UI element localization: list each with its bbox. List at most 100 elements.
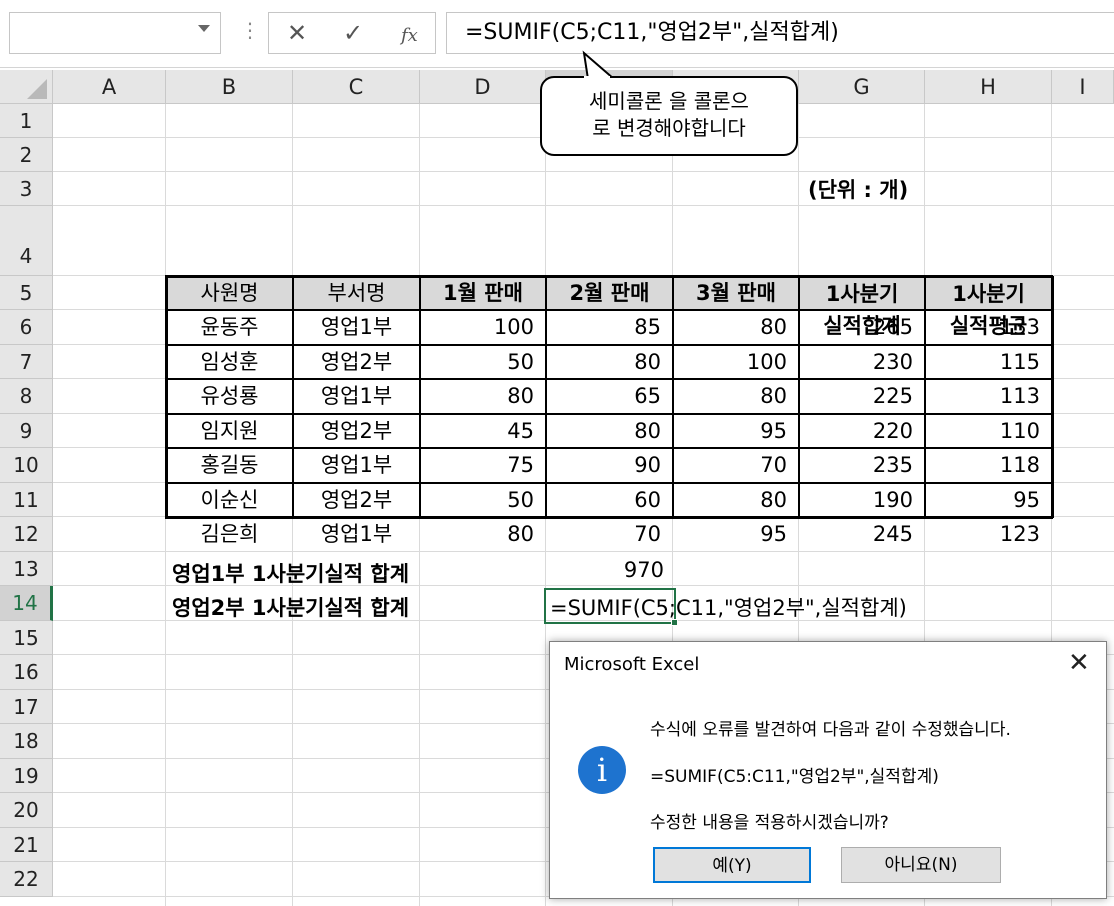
insert-function-icon[interactable]: fx — [401, 22, 418, 50]
table-cell[interactable]: 80 — [546, 345, 673, 379]
summary-label-1[interactable]: 영업1부 1사분기실적 합계 — [172, 558, 409, 588]
row-header-22[interactable]: 22 — [0, 862, 53, 897]
table-cell[interactable]: 90 — [546, 448, 673, 483]
table-cell[interactable]: 235 — [799, 448, 925, 483]
table-cell[interactable]: 95 — [673, 517, 799, 552]
table-cell[interactable]: 김은희 — [166, 517, 293, 552]
table-header-3[interactable]: 1월 판매 — [420, 276, 546, 310]
table-header-6-line1[interactable]: 1사분기 — [799, 278, 925, 310]
table-cell[interactable]: 80 — [673, 483, 799, 517]
row-header-16[interactable]: 16 — [0, 655, 53, 690]
row-header-2[interactable]: 2 — [0, 138, 53, 172]
table-cell[interactable]: 118 — [925, 448, 1052, 483]
table-cell[interactable]: 100 — [673, 345, 799, 379]
table-cell[interactable]: 50 — [420, 483, 546, 517]
table-cell[interactable]: 225 — [799, 379, 925, 414]
summary-value-2[interactable]: =SUMIF(C5;C11,"영업2부",실적합계) — [550, 592, 907, 622]
table-cell[interactable]: 123 — [925, 517, 1052, 552]
table-cell[interactable]: 영업2부 — [293, 414, 420, 448]
row-header-18[interactable]: 18 — [0, 724, 53, 759]
column-header-a[interactable]: A — [53, 70, 166, 104]
row-header-19[interactable]: 19 — [0, 759, 53, 793]
table-cell[interactable]: 265 — [799, 310, 925, 345]
table-cell[interactable]: 230 — [799, 345, 925, 379]
table-cell[interactable]: 50 — [420, 345, 546, 379]
row-header-21[interactable]: 21 — [0, 828, 53, 862]
table-cell[interactable]: 115 — [925, 345, 1052, 379]
summary-label-2[interactable]: 영업2부 1사분기실적 합계 — [172, 592, 409, 622]
table-cell[interactable]: 113 — [925, 379, 1052, 414]
row-header-3[interactable]: 3 — [0, 172, 53, 206]
row-header-6[interactable]: 6 — [0, 310, 53, 345]
row-header-15[interactable]: 15 — [0, 621, 53, 655]
table-cell[interactable]: 영업2부 — [293, 483, 420, 517]
table-cell[interactable]: 245 — [799, 517, 925, 552]
row-header-9[interactable]: 9 — [0, 414, 53, 448]
column-header-g[interactable]: G — [799, 70, 925, 104]
column-header-i[interactable]: I — [1052, 70, 1114, 104]
row-header-12[interactable]: 12 — [0, 517, 53, 552]
table-header-1[interactable]: 사원명 — [166, 276, 293, 310]
summary-value-1[interactable]: 970 — [546, 558, 676, 582]
table-cell[interactable]: 80 — [673, 310, 799, 345]
table-cell[interactable]: 영업1부 — [293, 517, 420, 552]
column-header-h[interactable]: H — [925, 70, 1052, 104]
table-cell[interactable]: 85 — [546, 310, 673, 345]
row-header-4[interactable]: 4 — [0, 206, 53, 276]
table-cell[interactable]: 70 — [546, 517, 673, 552]
table-header-7-line1[interactable]: 1사분기 — [925, 278, 1052, 310]
table-cell[interactable]: 유성룡 — [166, 379, 293, 414]
table-cell[interactable]: 임성훈 — [166, 345, 293, 379]
table-cell[interactable]: 영업1부 — [293, 448, 420, 483]
table-cell[interactable]: 95 — [673, 414, 799, 448]
table-cell[interactable]: 110 — [925, 414, 1052, 448]
column-header-b[interactable]: B — [166, 70, 293, 104]
drag-handle-icon[interactable]: ⋮ — [240, 20, 260, 40]
table-cell[interactable]: 75 — [420, 448, 546, 483]
table-cell[interactable]: 95 — [925, 483, 1052, 517]
table-cell[interactable]: 100 — [420, 310, 546, 345]
table-cell[interactable]: 이순신 — [166, 483, 293, 517]
row-header-5[interactable]: 5 — [0, 276, 53, 310]
row-header-7[interactable]: 7 — [0, 345, 53, 379]
no-button[interactable]: 아니요(N) — [841, 847, 1001, 883]
table-cell[interactable]: 영업1부 — [293, 310, 420, 345]
table-cell[interactable]: 133 — [925, 310, 1052, 345]
table-header-4[interactable]: 2월 판매 — [546, 276, 673, 310]
enter-icon[interactable]: ✓ — [343, 19, 363, 47]
row-header-13[interactable]: 13 — [0, 552, 53, 586]
table-cell[interactable]: 70 — [673, 448, 799, 483]
name-box[interactable] — [9, 12, 221, 54]
chevron-down-icon[interactable] — [198, 25, 210, 32]
cancel-icon[interactable]: ✕ — [287, 19, 307, 47]
table-cell[interactable]: 영업1부 — [293, 379, 420, 414]
table-cell[interactable]: 홍길동 — [166, 448, 293, 483]
table-cell[interactable]: 영업2부 — [293, 345, 420, 379]
row-header-10[interactable]: 10 — [0, 448, 53, 483]
unit-label[interactable]: (단위 : 개) — [808, 174, 908, 204]
table-cell[interactable]: 60 — [546, 483, 673, 517]
table-header-5[interactable]: 3월 판매 — [673, 276, 799, 310]
table-cell[interactable]: 80 — [420, 379, 546, 414]
table-cell[interactable]: 45 — [420, 414, 546, 448]
table-cell[interactable]: 임지원 — [166, 414, 293, 448]
table-cell[interactable]: 80 — [673, 379, 799, 414]
table-cell[interactable]: 65 — [546, 379, 673, 414]
row-header-11[interactable]: 11 — [0, 483, 53, 517]
column-header-d[interactable]: D — [420, 70, 546, 104]
row-header-20[interactable]: 20 — [0, 793, 53, 828]
row-header-1[interactable]: 1 — [0, 104, 53, 138]
table-cell[interactable]: 190 — [799, 483, 925, 517]
table-cell[interactable]: 220 — [799, 414, 925, 448]
close-icon[interactable]: ✕ — [1068, 648, 1090, 678]
table-cell[interactable]: 80 — [420, 517, 546, 552]
table-cell[interactable]: 윤동주 — [166, 310, 293, 345]
table-header-2[interactable]: 부서명 — [293, 276, 420, 310]
yes-button[interactable]: 예(Y) — [653, 847, 811, 883]
table-cell[interactable]: 80 — [546, 414, 673, 448]
row-header-17[interactable]: 17 — [0, 690, 53, 724]
formula-input[interactable]: =SUMIF(C5;C11,"영업2부",실적합계) — [446, 12, 1114, 54]
column-header-c[interactable]: C — [293, 70, 420, 104]
row-header-8[interactable]: 8 — [0, 379, 53, 414]
row-header-14[interactable]: 14 — [0, 586, 53, 621]
